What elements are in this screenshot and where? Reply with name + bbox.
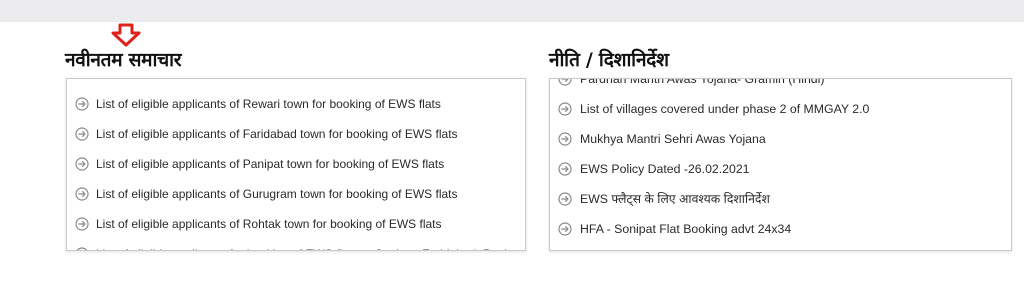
down-arrow-icon: [111, 23, 141, 47]
policy-guidelines-panel[interactable]: Pardhan Mantri Awas Yojana- Gramin (Hind…: [549, 78, 1012, 251]
circle-arrow-right-icon: [558, 162, 572, 176]
circle-arrow-right-icon: [558, 192, 572, 206]
latest-news-item-link[interactable]: List of eligible applicants of Gurugram …: [96, 184, 458, 204]
circle-arrow-right-icon: [76, 247, 88, 250]
circle-arrow-right-icon: [558, 102, 572, 116]
circle-arrow-right-icon: [75, 217, 89, 231]
policy-guidelines-item-link[interactable]: HFA - Sonipat Flat Booking advt 24x34: [580, 219, 791, 239]
policy-guidelines-item-link[interactable]: Pardhan Mantri Awas Yojana- Gramin (Hind…: [580, 79, 824, 89]
circle-arrow-right-icon: [558, 132, 572, 146]
top-bar: [0, 0, 1024, 22]
circle-arrow-right-icon: [75, 127, 89, 141]
latest-news-item-link[interactable]: List of eligible applicants of Rohtak to…: [96, 214, 442, 234]
policy-guidelines-item-link[interactable]: List of villages covered under phase 2 o…: [580, 99, 869, 119]
policy-guidelines-item-link[interactable]: Mukhya Mantri Sehri Awas Yojana: [580, 129, 766, 149]
policy-guidelines-item-link[interactable]: EWS Policy Dated -26.02.2021: [580, 159, 750, 179]
circle-arrow-right-icon: [75, 157, 89, 171]
policy-guidelines-title: नीति / दिशानिर्देश: [549, 49, 669, 71]
latest-news-item-link[interactable]: List of eligible applicants of Faridabad…: [96, 124, 458, 144]
latest-news-item-link[interactable]: List of eligible applicants of Panipat t…: [96, 154, 444, 174]
latest-news-title: नवीनतम समाचार: [65, 49, 182, 71]
circle-arrow-right-icon: [558, 79, 572, 86]
circle-arrow-right-icon: [75, 187, 89, 201]
latest-news-panel[interactable]: List of eligible applicants of Rewari to…: [66, 78, 526, 251]
circle-arrow-right-icon: [75, 97, 89, 111]
latest-news-item-link[interactable]: List of eligible applicants for booking …: [96, 244, 525, 250]
latest-news-item-link[interactable]: List of eligible applicants of Rewari to…: [96, 94, 441, 114]
policy-guidelines-item-link[interactable]: EWS फ्लैट्स के लिए आवश्यक दिशानिर्देश: [580, 189, 770, 209]
circle-arrow-right-icon: [558, 222, 572, 236]
